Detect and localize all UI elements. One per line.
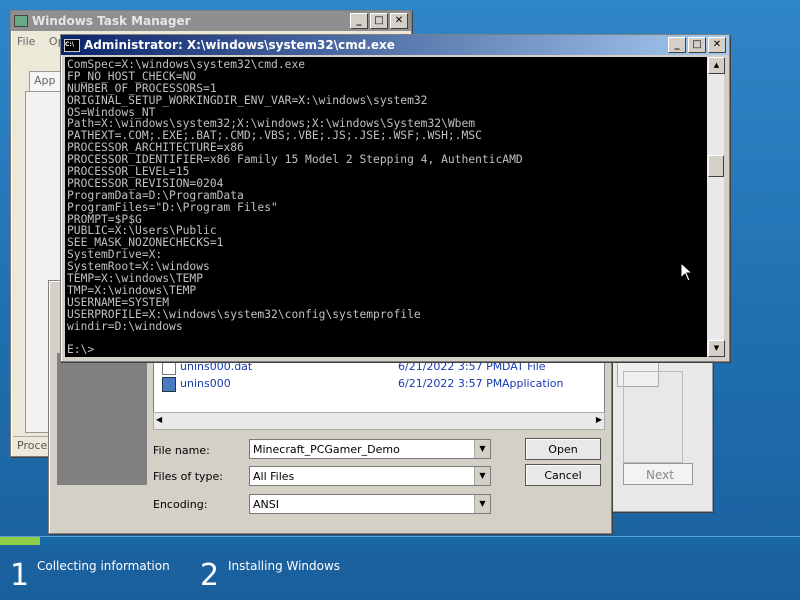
console-line: ProgramFiles="D:\Program Files" — [67, 200, 278, 214]
minimize-button[interactable]: _ — [668, 37, 686, 53]
setup-progress-bar — [0, 536, 800, 545]
maximize-button[interactable]: □ — [370, 13, 388, 29]
cmd-icon: C:\ — [64, 38, 80, 52]
file-type-label: Files of type: — [153, 470, 224, 483]
file-list-hscrollbar[interactable]: ◀ ▶ — [153, 412, 605, 430]
console-line: FP_NO_HOST_CHECK=NO — [67, 69, 197, 83]
console-line: windir=D:\windows — [67, 319, 183, 333]
step-1-label: Collecting information — [37, 559, 170, 573]
file-type-combo[interactable]: All Files ▼ — [249, 466, 491, 486]
places-bar — [57, 353, 147, 485]
file-list[interactable]: unins000.dat 6/21/2022 3:57 PM DAT File … — [153, 353, 605, 419]
chevron-down-icon[interactable]: ▼ — [474, 440, 490, 458]
cancel-button[interactable]: Cancel — [525, 464, 601, 486]
chevron-down-icon[interactable]: ▼ — [474, 467, 490, 485]
setup-progress-fill — [0, 537, 40, 545]
file-type-value: All Files — [253, 470, 295, 483]
encoding-combo[interactable]: ANSI ▼ — [249, 494, 491, 514]
close-button[interactable]: ✕ — [390, 13, 408, 29]
file-type: Application — [502, 377, 564, 390]
file-name-label: File name: — [153, 444, 210, 457]
file-name: unins000 — [180, 377, 231, 390]
installer-icon — [162, 377, 176, 392]
close-button[interactable]: ✕ — [708, 37, 726, 53]
console-line: ProgramData=D:\ProgramData — [67, 188, 244, 202]
console-line: SEE_MASK_NOZONECHECKS=1 — [67, 236, 224, 250]
encoding-value: ANSI — [253, 498, 279, 511]
cmd-title: Administrator: X:\windows\system32\cmd.e… — [84, 38, 395, 52]
scroll-thumb[interactable] — [708, 155, 724, 177]
next-button[interactable]: Next — [623, 463, 693, 485]
open-button[interactable]: Open — [525, 438, 601, 460]
console-line: USERNAME=SYSTEM — [67, 295, 170, 309]
scroll-right-icon[interactable]: ▶ — [596, 415, 602, 424]
scroll-up-icon[interactable]: ▲ — [708, 57, 725, 74]
menu-file[interactable]: File — [17, 35, 35, 48]
task-manager-icon — [14, 15, 28, 27]
maximize-button[interactable]: □ — [688, 37, 706, 53]
wizard-inner-frame — [623, 371, 683, 463]
console-line: PROCESSOR_REVISION=0204 — [67, 176, 224, 190]
cmd-console[interactable]: ComSpec=X:\windows\system32\cmd.exe FP_NO… — [65, 57, 707, 357]
console-line: ORIGINAL_SETUP_WORKINGDIR_ENV_VAR=X:\win… — [67, 93, 428, 107]
console-line: NUMBER_OF_PROCESSORS=1 — [67, 81, 217, 95]
step-2-label: Installing Windows — [228, 559, 341, 573]
file-name-value: Minecraft_PCGamer_Demo — [253, 443, 400, 456]
cmd-titlebar: C:\ Administrator: X:\windows\system32\c… — [61, 35, 729, 55]
scroll-left-icon[interactable]: ◀ — [156, 415, 162, 424]
document-icon — [162, 360, 176, 375]
scroll-down-icon[interactable]: ▼ — [708, 340, 725, 357]
console-line: USERPROFILE=X:\windows\system32\config\s… — [67, 307, 421, 321]
command-prompt-window: C:\ Administrator: X:\windows\system32\c… — [60, 34, 730, 362]
step-1-number: 1 — [10, 558, 30, 593]
step-2-number: 2 — [200, 558, 220, 593]
chevron-down-icon[interactable]: ▼ — [474, 495, 490, 513]
mouse-cursor-icon — [680, 262, 694, 282]
encoding-label: Encoding: — [153, 498, 208, 511]
console-line: E:\> — [67, 343, 95, 357]
minimize-button[interactable]: _ — [350, 13, 368, 29]
cmd-vscrollbar[interactable]: ▲ ▼ — [707, 57, 725, 357]
list-item[interactable]: unins000 6/21/2022 3:57 PM Application — [162, 377, 592, 393]
task-manager-title: Windows Task Manager — [32, 14, 191, 28]
task-manager-titlebar: Windows Task Manager _ □ ✕ — [11, 11, 411, 31]
file-name-combo[interactable]: Minecraft_PCGamer_Demo ▼ — [249, 439, 491, 459]
file-date: 6/21/2022 3:57 PM — [398, 377, 503, 390]
list-item[interactable]: unins000.dat 6/21/2022 3:57 PM DAT File — [162, 360, 592, 376]
